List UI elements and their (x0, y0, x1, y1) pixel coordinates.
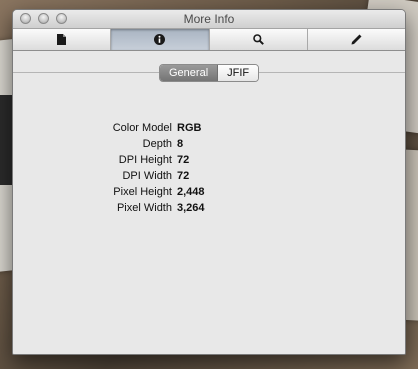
keywords-toolbar-button[interactable] (210, 29, 308, 50)
property-row: DPI Width 72 (13, 170, 405, 186)
property-label: Depth (142, 138, 172, 150)
property-row: Depth 8 (13, 138, 405, 154)
zoom-button[interactable] (56, 13, 67, 24)
document-icon (57, 34, 67, 45)
segmented-control: General JFIF (159, 64, 260, 82)
property-value: 3,264 (177, 202, 205, 214)
more-info-toolbar-button[interactable] (111, 29, 210, 50)
tab-jfif[interactable]: JFIF (218, 65, 259, 81)
property-row: Pixel Width 3,264 (13, 202, 405, 218)
property-label: DPI Width (122, 170, 172, 182)
property-value: 72 (177, 170, 190, 182)
property-label: DPI Height (118, 154, 172, 166)
info-content: General JFIF Color Model RGB Depth 8 DPI… (13, 51, 405, 354)
title-bar[interactable]: More Info (13, 10, 405, 29)
property-row: DPI Height 72 (13, 154, 405, 170)
annotations-toolbar-button[interactable] (308, 29, 405, 50)
property-value: RGB (177, 122, 202, 134)
tab-general[interactable]: General (160, 65, 219, 81)
property-row: Color Model RGB (13, 122, 405, 138)
property-value: 2,448 (177, 186, 205, 198)
property-row: Pixel Height 2,448 (13, 186, 405, 202)
property-value: 8 (177, 138, 184, 150)
more-info-window: More Info General JFIF Color Model RGB D… (12, 9, 406, 355)
property-value: 72 (177, 154, 190, 166)
inspector-toolbar (13, 29, 405, 51)
property-label: Pixel Width (116, 202, 172, 214)
general-info-toolbar-button[interactable] (13, 29, 112, 50)
pen-icon (351, 34, 362, 45)
property-label: Color Model (112, 122, 172, 134)
magnifier-icon (252, 34, 264, 45)
tab-bar: General JFIF (13, 64, 405, 82)
properties-list: Color Model RGB Depth 8 DPI Height 72 DP… (13, 122, 405, 218)
window-title: More Info (183, 12, 235, 26)
property-label: Pixel Height (113, 186, 172, 198)
info-icon (154, 34, 166, 45)
close-button[interactable] (20, 13, 31, 24)
minimize-button[interactable] (38, 13, 49, 24)
